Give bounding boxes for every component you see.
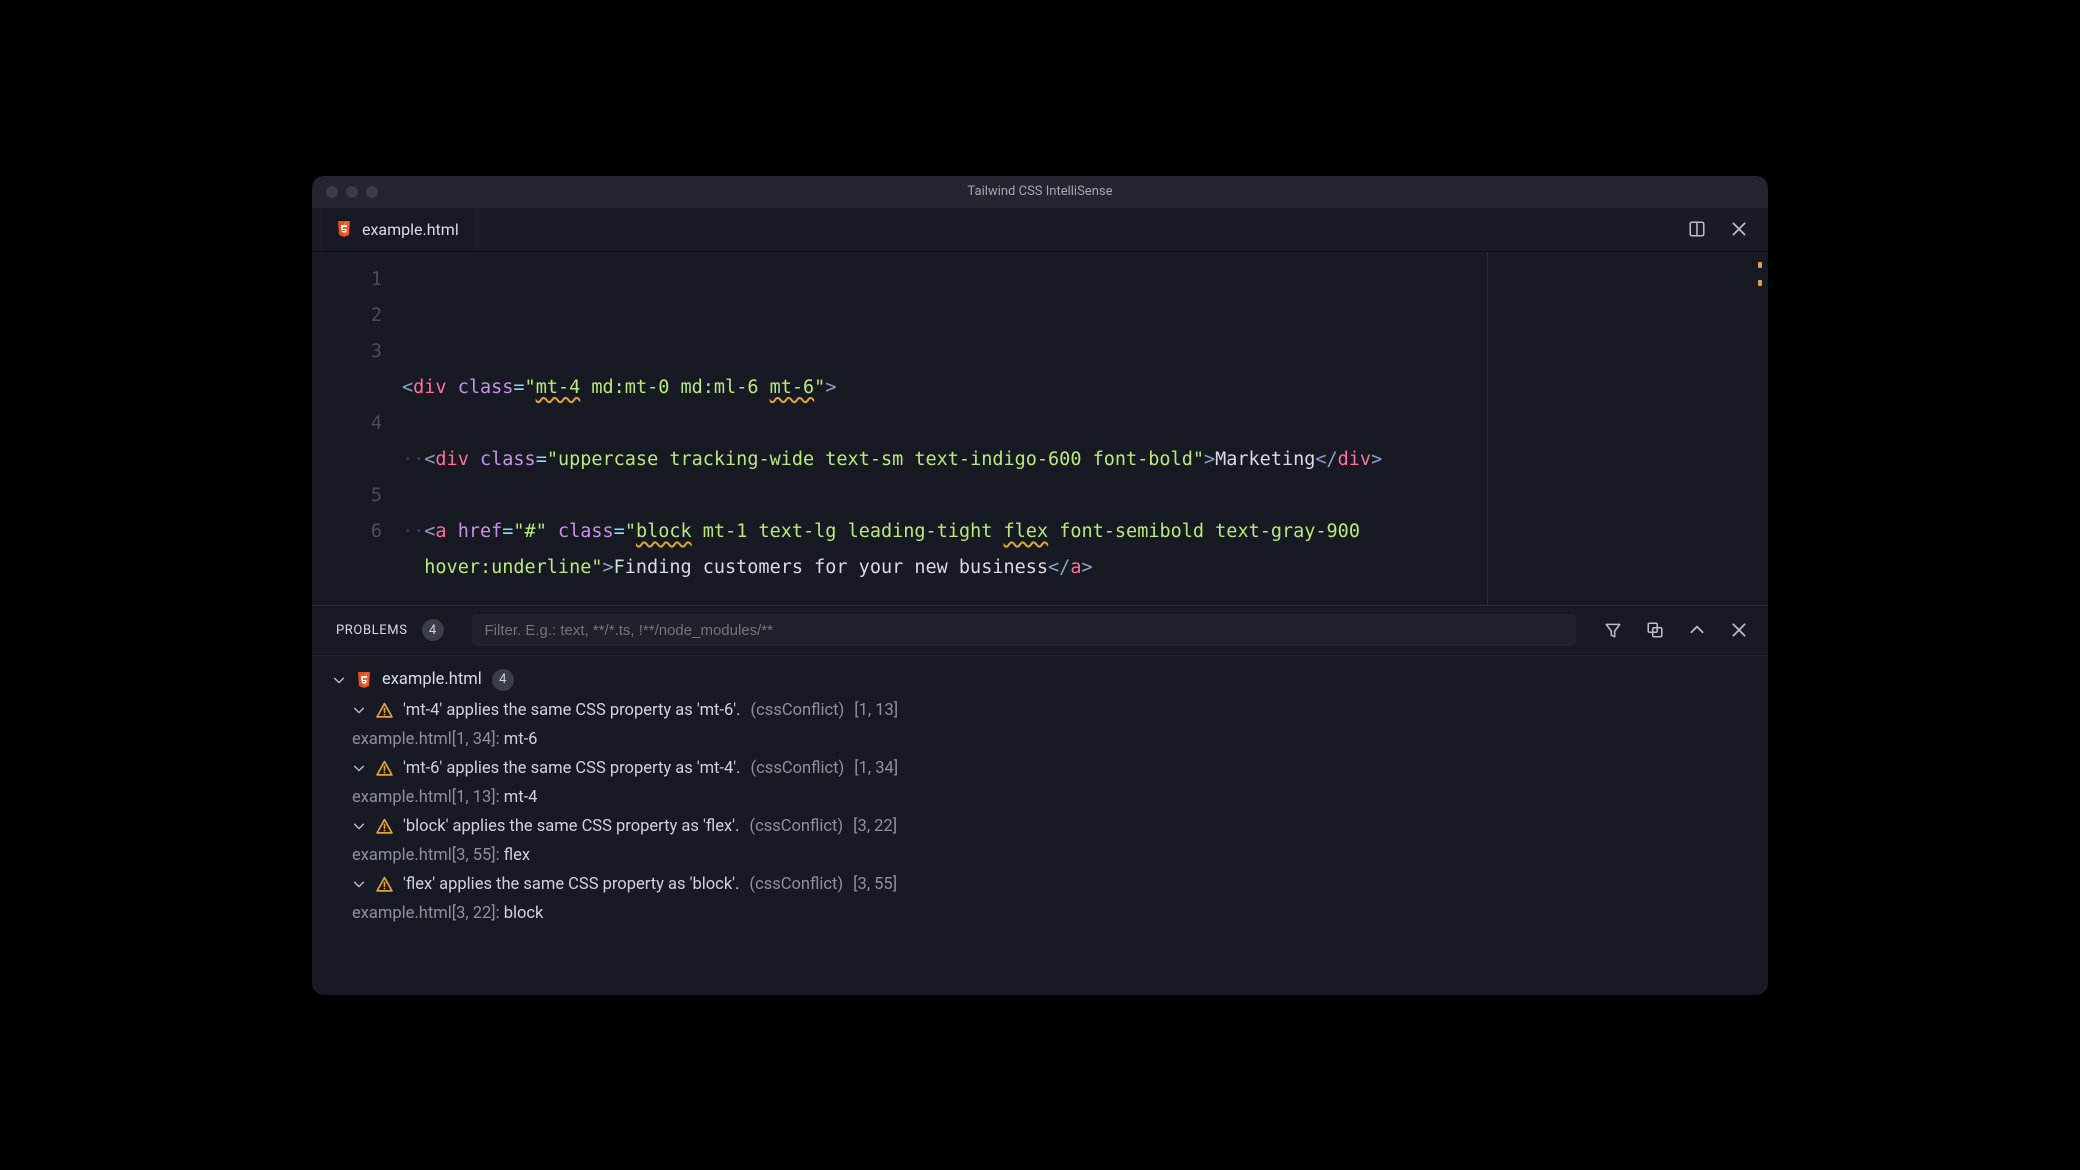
panel-title[interactable]: PROBLEMS	[336, 623, 408, 638]
line-number-gutter: 1 2 3 4 5 6	[312, 252, 402, 605]
chevron-down-icon[interactable]	[352, 703, 366, 717]
chevron-down-icon[interactable]	[352, 819, 366, 833]
split-editor-icon[interactable]	[1688, 220, 1706, 238]
problem-related[interactable]: example.html[3, 55]: flex	[326, 841, 1768, 870]
problems-file-name: example.html	[382, 670, 482, 689]
problems-panel: PROBLEMS 4 example.html 4 'mt-4' appli	[312, 605, 1768, 995]
editor-window: Tailwind CSS IntelliSense example.html 1…	[312, 176, 1768, 995]
problems-count-badge: 4	[422, 619, 444, 641]
window-title: Tailwind CSS IntelliSense	[312, 184, 1768, 199]
problem-related[interactable]: example.html[1, 13]: mt-4	[326, 783, 1768, 812]
problems-filter-input[interactable]	[472, 614, 1576, 646]
chevron-down-icon[interactable]	[352, 877, 366, 891]
problem-related[interactable]: example.html[3, 22]: block	[326, 899, 1768, 928]
maximize-window-button[interactable]	[366, 186, 378, 198]
chevron-down-icon[interactable]	[332, 673, 346, 687]
close-window-button[interactable]	[326, 186, 338, 198]
problem-row[interactable]: 'flex' applies the same CSS property as …	[326, 870, 1768, 899]
minimize-window-button[interactable]	[346, 186, 358, 198]
tab-example-html[interactable]: example.html	[322, 208, 473, 251]
titlebar: Tailwind CSS IntelliSense	[312, 176, 1768, 208]
warning-icon	[376, 702, 393, 719]
problem-row[interactable]: 'mt-4' applies the same CSS property as …	[326, 696, 1768, 725]
filter-icon[interactable]	[1604, 621, 1622, 639]
code-editor[interactable]: 1 2 3 4 5 6 <div class="mt-4 md:mt-0 md:…	[312, 252, 1768, 605]
chevron-up-icon[interactable]	[1688, 621, 1706, 639]
tab-bar: example.html	[312, 208, 1768, 252]
problems-file-row[interactable]: example.html 4	[326, 664, 1768, 696]
close-panel-icon[interactable]	[1730, 621, 1748, 639]
html-file-icon	[336, 220, 352, 238]
overview-ruler	[1758, 262, 1762, 286]
file-problems-count-badge: 4	[492, 669, 514, 691]
collapse-all-icon[interactable]	[1646, 621, 1664, 639]
panel-header: PROBLEMS 4	[312, 606, 1768, 656]
tab-label: example.html	[362, 220, 459, 239]
problem-row[interactable]: 'mt-6' applies the same CSS property as …	[326, 754, 1768, 783]
html-file-icon	[356, 671, 372, 689]
warning-icon	[376, 760, 393, 777]
chevron-down-icon[interactable]	[352, 761, 366, 775]
warning-icon	[376, 818, 393, 835]
warning-icon	[376, 876, 393, 893]
code-content[interactable]: <div class="mt-4 md:mt-0 md:ml-6 mt-6"> …	[402, 252, 1768, 605]
problem-row[interactable]: 'block' applies the same CSS property as…	[326, 812, 1768, 841]
close-tab-icon[interactable]	[1730, 220, 1748, 238]
problem-related[interactable]: example.html[1, 34]: mt-6	[326, 725, 1768, 754]
window-controls	[312, 186, 378, 198]
problems-tree[interactable]: example.html 4 'mt-4' applies the same C…	[312, 656, 1768, 995]
